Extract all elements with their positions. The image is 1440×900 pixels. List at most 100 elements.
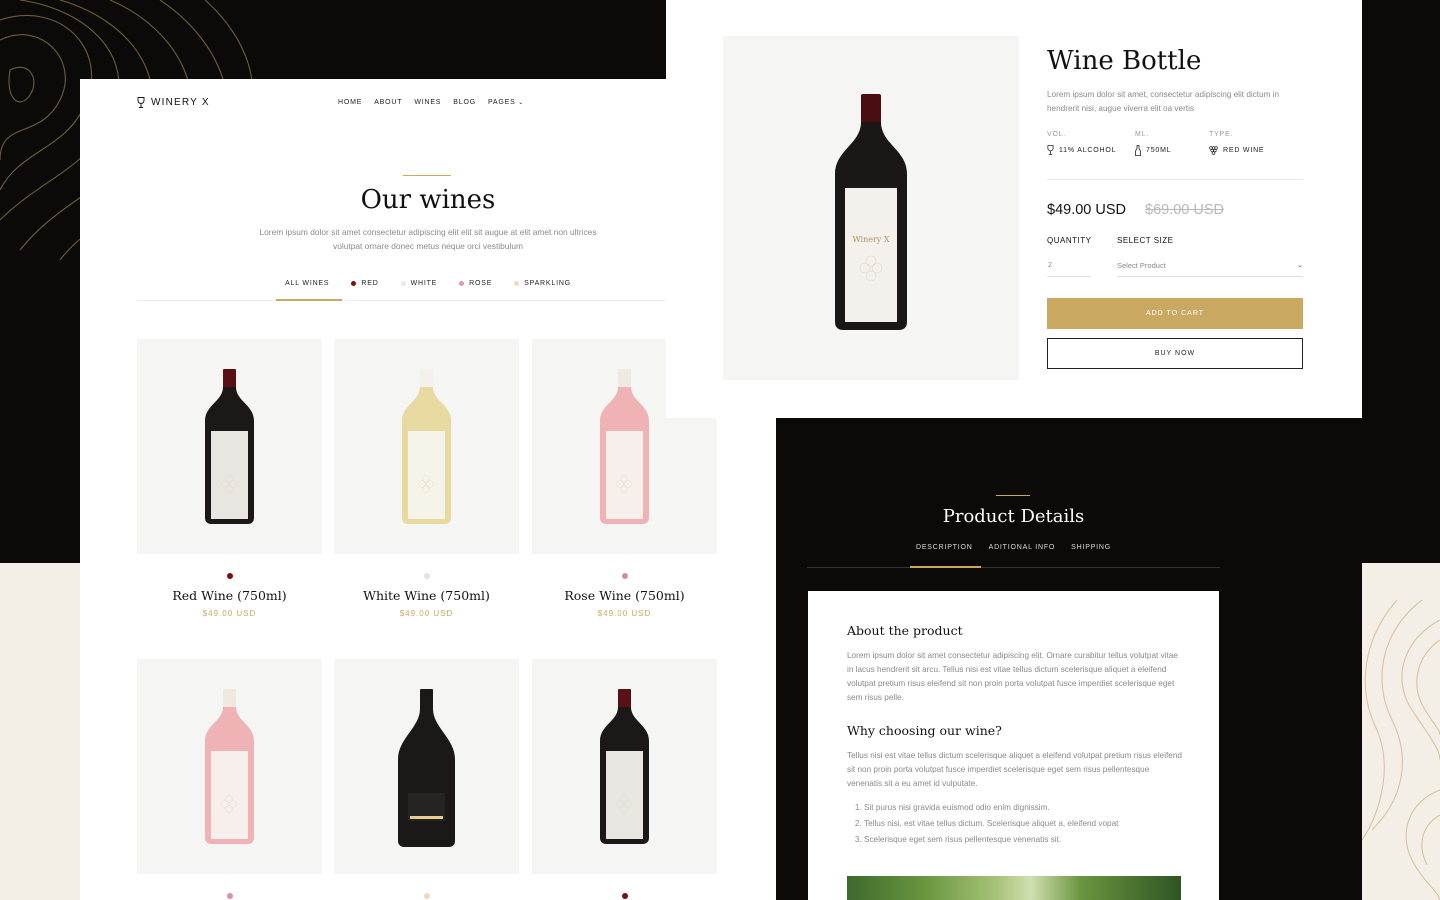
product-image: Winery X xyxy=(723,36,1019,380)
spec-ml: ML. 750ML xyxy=(1135,131,1209,156)
wine-color-dot-icon xyxy=(226,573,233,579)
product-image[interactable] xyxy=(137,659,322,874)
filter-all-wines[interactable]: ALL WINES xyxy=(285,276,329,290)
wine-glass-icon xyxy=(1047,145,1054,155)
spec-label: ML. xyxy=(1135,131,1150,138)
product-description: Lorem ipsum dolor sit amet, consectetur … xyxy=(1047,90,1280,113)
why-text: Tellus nisi est vitae tellus dictum scel… xyxy=(847,751,1182,788)
filter-rose[interactable]: ROSE xyxy=(459,276,492,290)
filter-label: ROSE xyxy=(469,279,493,287)
section-subtitle: Lorem ipsum dolor sit amet consectetur a… xyxy=(259,227,597,251)
main-menu: HOME ABOUT WINES BLOG PAGES ⌄ xyxy=(338,99,524,106)
old-price: $69.00 USD xyxy=(1145,202,1224,218)
product-name[interactable]: Rose Wine (750ml) xyxy=(532,588,717,603)
details-divider xyxy=(996,495,1030,496)
spec-type: TYPE. RED WINE xyxy=(1209,131,1297,156)
buy-now-button[interactable]: BUY NOW xyxy=(1047,338,1303,369)
add-to-cart-button[interactable]: ADD TO CART xyxy=(1047,298,1303,329)
spec-volume: VOL. 11% ALCOHOL xyxy=(1047,131,1135,156)
nav-item-pages[interactable]: PAGES ⌄ xyxy=(488,99,524,106)
logo[interactable]: WINERY X xyxy=(137,97,210,108)
cream-background-left xyxy=(0,563,80,900)
spec-value-row: RED WINE xyxy=(1209,145,1297,155)
sparkling-dot-icon xyxy=(514,280,520,286)
filter-divider xyxy=(137,300,718,301)
current-price: $49.00 USD xyxy=(1047,202,1126,218)
filter-red[interactable]: RED xyxy=(351,276,378,290)
product-divider xyxy=(1047,179,1303,180)
wine-color-dot-icon xyxy=(423,893,430,899)
product-image[interactable] xyxy=(137,339,322,554)
product-card[interactable] xyxy=(137,659,322,900)
nav-item-pages-label: PAGES xyxy=(487,99,516,106)
product-name[interactable]: White Wine (750ml) xyxy=(334,588,519,603)
product-price: $49.00 USD xyxy=(399,609,454,618)
product-title: Wine Bottle xyxy=(1047,46,1202,76)
chevron-down-icon: ⌄ xyxy=(518,100,525,106)
size-select-value: Select Product xyxy=(1117,260,1166,270)
wine-color-dot-icon xyxy=(621,893,628,899)
list-item: Tellus nisi, est vitae tellus dictum. Sc… xyxy=(864,819,1118,829)
product-image[interactable] xyxy=(334,339,519,554)
wine-color-dot-icon xyxy=(423,573,430,579)
size-label: SELECT SIZE xyxy=(1117,236,1174,245)
why-heading: Why choosing our wine? xyxy=(847,723,1002,738)
wine-color-dot-icon xyxy=(226,893,233,899)
filter-label: SPARKLING xyxy=(524,279,571,287)
product-name[interactable]: Red Wine (750ml) xyxy=(137,588,322,603)
filter-white[interactable]: WHITE xyxy=(400,276,438,290)
spec-label: VOL. xyxy=(1047,131,1067,138)
nav-item-blog[interactable]: BLOG xyxy=(453,99,476,106)
wine-glass-icon xyxy=(137,97,145,108)
size-select[interactable]: Select Product ⌄ xyxy=(1117,254,1303,277)
filter-label: WHITE xyxy=(410,279,438,287)
list-item: Scelerisque eget sem risus pellentesque … xyxy=(864,835,1118,845)
active-tab-indicator xyxy=(910,566,981,568)
quantity-label: QUANTITY xyxy=(1047,236,1092,245)
wine-color-dot-icon xyxy=(621,573,628,579)
wine-bottle-image xyxy=(600,689,649,844)
about-heading: About the product xyxy=(847,623,963,638)
product-detail-panel: Winery X Wine Bottle Lorem ipsum dolor s… xyxy=(666,0,1362,418)
red-dot-icon xyxy=(351,280,357,286)
quantity-input[interactable] xyxy=(1047,254,1091,277)
active-filter-indicator xyxy=(276,299,342,301)
vineyard-image xyxy=(847,876,1181,900)
filter-label: ALL WINES xyxy=(285,279,330,287)
tab-shipping[interactable]: SHIPPING xyxy=(1071,544,1111,551)
tabs-divider xyxy=(807,567,1220,568)
nav-item-wines[interactable]: WINES xyxy=(414,99,441,106)
product-card[interactable] xyxy=(532,659,717,900)
wine-bottle-image: Winery X xyxy=(835,94,907,330)
rose-dot-icon xyxy=(459,280,465,286)
product-image[interactable] xyxy=(334,659,519,874)
tab-description[interactable]: DESCRIPTION xyxy=(916,544,973,551)
wine-bottle-image xyxy=(402,369,451,524)
filter-label: RED xyxy=(361,279,379,287)
details-card: About the product Lorem ipsum dolor sit … xyxy=(808,591,1219,900)
spec-value-row: 11% ALCOHOL xyxy=(1047,145,1135,155)
wine-bottle-image xyxy=(398,689,455,847)
topographic-pattern-icon xyxy=(1362,600,1440,900)
spec-value: 750ML xyxy=(1146,147,1172,154)
product-card[interactable]: Red Wine (750ml) $49.00 USD xyxy=(137,339,322,618)
wine-bottle-image xyxy=(205,369,254,524)
nav-item-about[interactable]: ABOUT xyxy=(374,99,402,106)
spec-value-row: 750ML xyxy=(1135,145,1209,156)
bottle-label-text: Winery X xyxy=(852,235,889,244)
spec-value: 11% ALCOHOL xyxy=(1059,146,1117,154)
details-title: Product Details xyxy=(942,506,1085,527)
product-card[interactable] xyxy=(334,659,519,900)
filter-sparkling[interactable]: SPARKLING xyxy=(514,276,571,290)
bottle-icon xyxy=(1135,145,1141,156)
white-dot-icon xyxy=(400,280,406,286)
product-specs: VOL. 11% ALCOHOL ML. 750ML TYPE. RED WIN… xyxy=(1047,131,1297,156)
tab-additional-info[interactable]: ADITIONAL INFO xyxy=(989,544,1056,551)
product-image[interactable] xyxy=(532,659,717,874)
product-price: $49.00 USD xyxy=(597,609,652,618)
nav-item-home[interactable]: HOME xyxy=(338,99,362,106)
section-divider xyxy=(403,175,451,176)
product-card[interactable]: White Wine (750ml) $49.00 USD xyxy=(334,339,519,618)
feature-list: Sit purus nisi gravida euismod odio enim… xyxy=(847,803,1118,851)
wine-bottle-image xyxy=(205,689,254,844)
